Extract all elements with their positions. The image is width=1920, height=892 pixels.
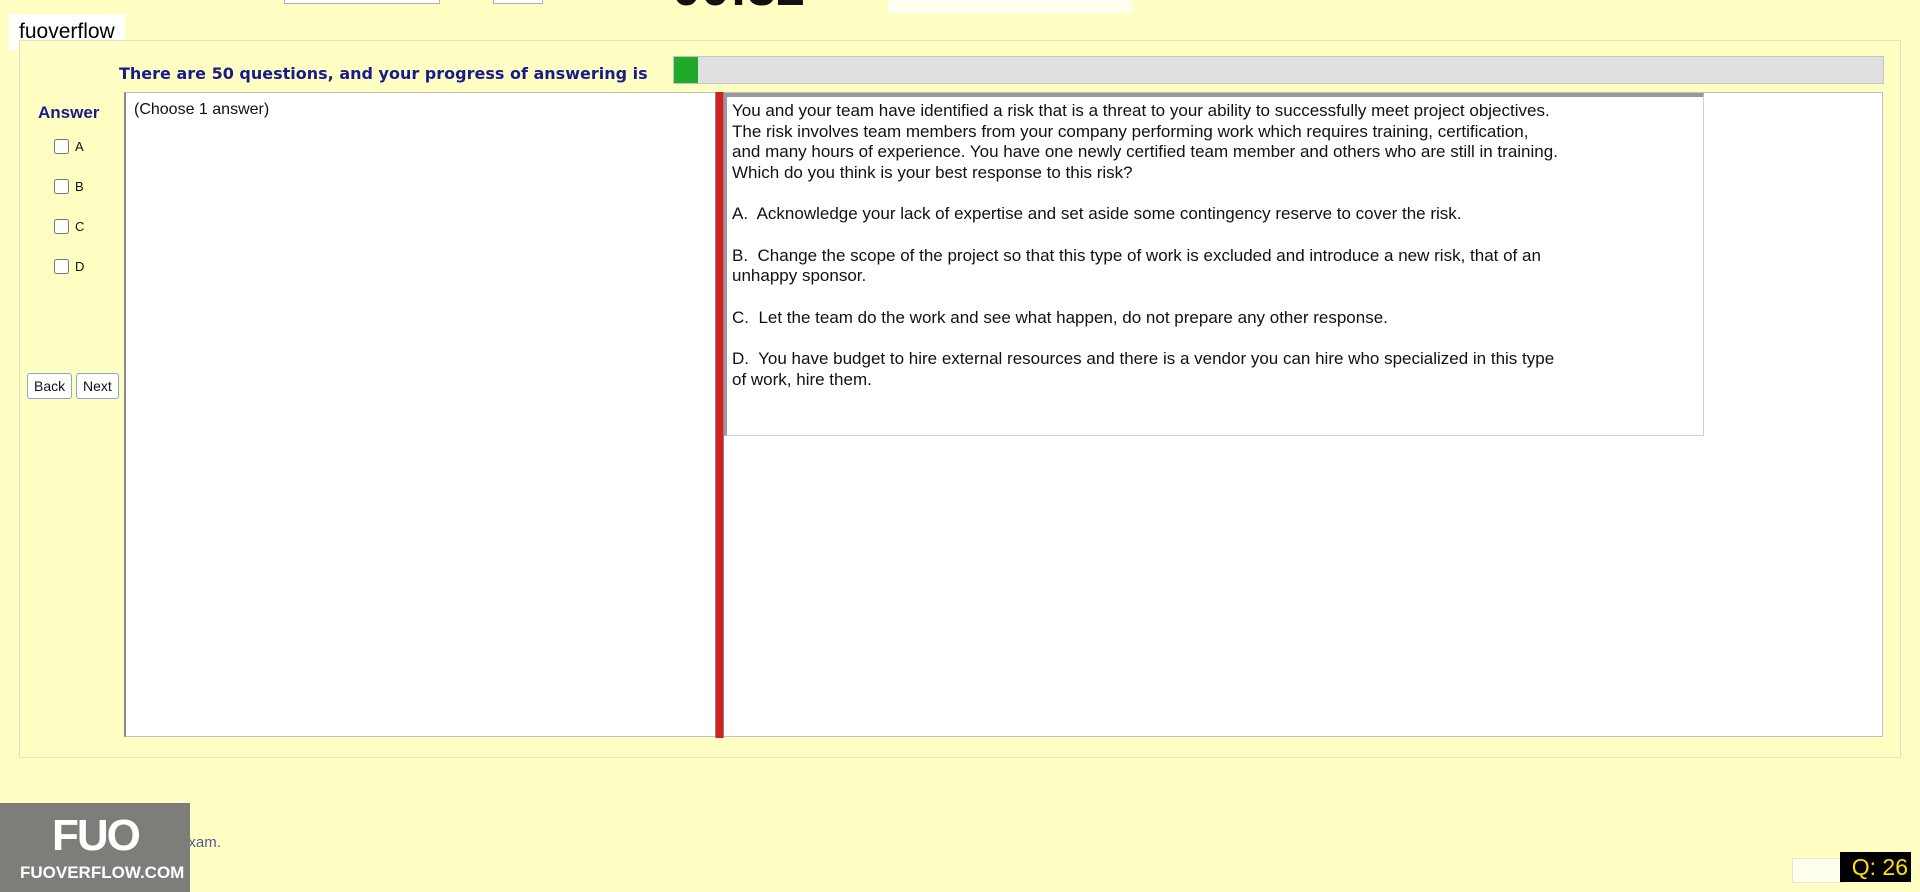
choice-a-text: A. Acknowledge your lack of expertise an… bbox=[732, 204, 1462, 223]
option-a-checkbox[interactable] bbox=[54, 139, 69, 154]
option-b-label: B bbox=[75, 179, 84, 194]
option-a-label: A bbox=[75, 139, 84, 154]
footer-input-box[interactable] bbox=[1792, 858, 1844, 883]
progress-label: There are 50 questions, and your progres… bbox=[119, 64, 648, 83]
choice-d-text: D. You have budget to hire external reso… bbox=[732, 349, 1555, 389]
choice-b-text: B. Change the scope of the project so th… bbox=[732, 245, 1541, 286]
logo-text: FUOVERFLOW.COM bbox=[20, 863, 185, 882]
option-b-checkbox[interactable] bbox=[54, 179, 69, 194]
question-stem: You and your team have identified a risk… bbox=[732, 101, 1558, 182]
option-a[interactable]: A bbox=[54, 139, 84, 154]
option-c[interactable]: C bbox=[54, 219, 84, 234]
option-b[interactable]: B bbox=[54, 179, 84, 194]
answer-heading: Answer bbox=[38, 103, 100, 122]
top-dropdown[interactable] bbox=[284, 0, 440, 4]
progress-bar bbox=[673, 56, 1884, 84]
choice-c-text: C. Let the team do the work and see what… bbox=[732, 307, 1388, 327]
logo-mark: FUO bbox=[52, 811, 141, 860]
option-d-label: D bbox=[75, 259, 85, 274]
top-status-box bbox=[888, 0, 1132, 13]
answer-hint: (Choose 1 answer) bbox=[134, 101, 270, 118]
option-d[interactable]: D bbox=[54, 259, 84, 274]
question-text-box: You and your team have identified a risk… bbox=[724, 93, 1704, 436]
option-c-label: C bbox=[75, 219, 85, 234]
progress-fill bbox=[674, 57, 699, 83]
option-c-checkbox[interactable] bbox=[54, 219, 69, 234]
back-button[interactable]: Back bbox=[27, 373, 73, 399]
question-counter: Q: 26 bbox=[1840, 852, 1911, 882]
next-button[interactable]: Next bbox=[76, 373, 119, 399]
top-control[interactable] bbox=[493, 0, 543, 4]
fuoverflow-logo: FUO FUOVERFLOW.COM bbox=[0, 803, 190, 892]
panel-splitter[interactable] bbox=[715, 92, 724, 738]
option-d-checkbox[interactable] bbox=[54, 259, 69, 274]
countdown-timer: 00:32 bbox=[672, 0, 805, 18]
